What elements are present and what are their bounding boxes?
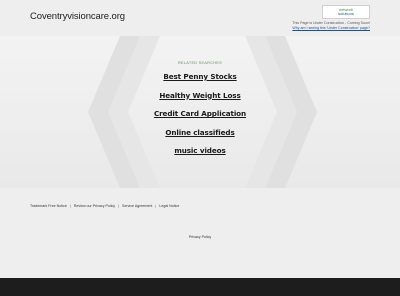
construction-link[interactable]: Why am I seeing this 'Under Construction… [292,26,370,31]
domain-title: Coventryvisioncare.org [30,11,125,22]
privacy-policy-link[interactable]: Privacy Policy [0,235,400,239]
construction-notice: This Page is Under Construction - Coming… [292,21,370,31]
network-solutions-logo[interactable]: network solutions [322,5,370,19]
related-link[interactable]: Online classifieds [165,128,234,147]
related-link[interactable]: Best Penny Stocks [163,72,236,91]
legal-link-privacy[interactable]: Review our Privacy Policy [74,204,115,208]
separator: | [69,204,71,208]
legal-link-service[interactable]: Service Agreement [122,204,152,208]
separator: | [118,204,120,208]
header: Coventryvisioncare.org network solutions… [0,0,400,36]
separator: | [155,204,157,208]
legal-link-notice[interactable]: Legal Notice [159,204,179,208]
related-link[interactable]: Credit Card Application [154,109,246,128]
related-links-list: Best Penny Stocks Healthy Weight Loss Cr… [0,72,400,165]
logo-line2: solutions [338,11,354,16]
hero-section: RELATED SEARCHES Best Penny Stocks Healt… [0,36,400,188]
related-link[interactable]: music videos [174,146,225,165]
legal-links: Trademark Free Notice | Review our Priva… [30,204,179,208]
bottom-bar [0,278,400,296]
related-link[interactable]: Healthy Weight Loss [159,91,240,110]
legal-link-trademark[interactable]: Trademark Free Notice [30,204,67,208]
related-searches-label: RELATED SEARCHES [178,61,222,65]
footer: Trademark Free Notice | Review our Priva… [0,188,400,278]
